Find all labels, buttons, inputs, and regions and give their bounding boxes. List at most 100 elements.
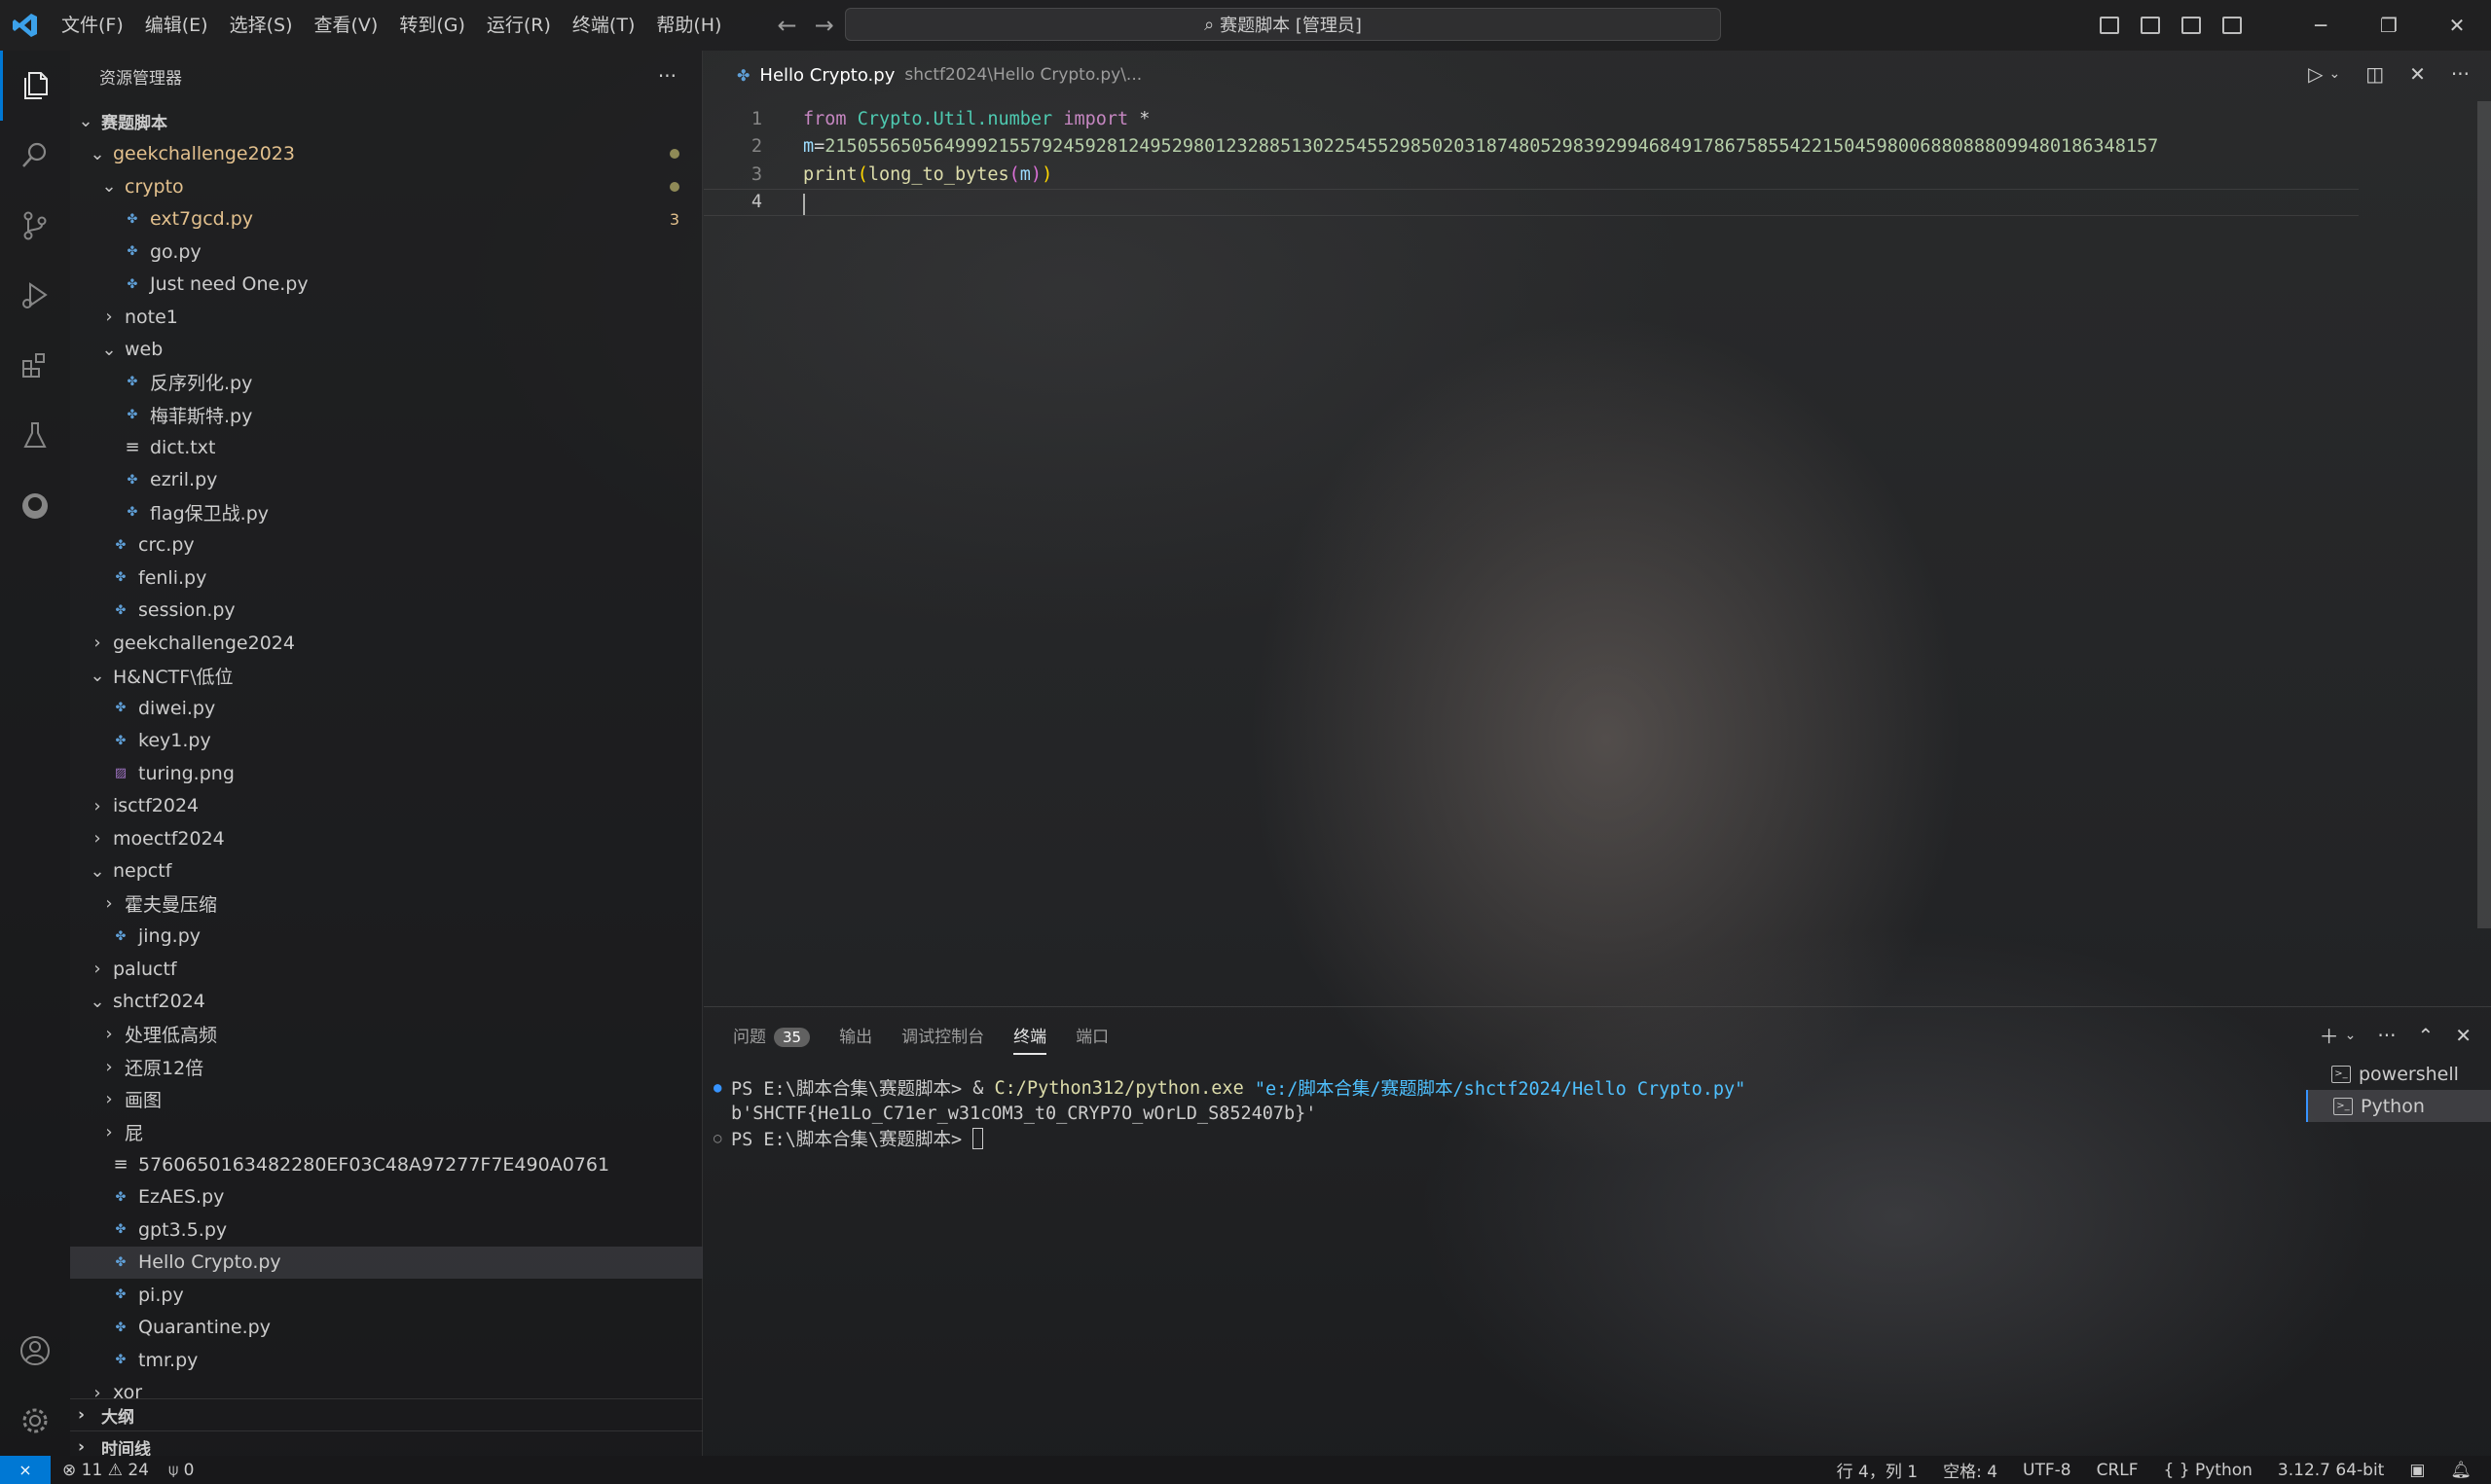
tree-folder[interactable]: ⌄ geekchallenge2023 — [70, 138, 703, 170]
back-arrow-icon[interactable]: ← — [777, 12, 796, 39]
tab-terminal[interactable]: 终端 — [1013, 1023, 1047, 1055]
customize-layout-icon[interactable] — [2222, 17, 2242, 34]
minimize-button[interactable]: ─ — [2287, 0, 2355, 51]
tree-file[interactable]: ✤ crc.py — [70, 529, 703, 561]
menu-run[interactable]: 运行(R) — [476, 0, 562, 51]
menu-terminal[interactable]: 终端(T) — [562, 0, 645, 51]
menu-file[interactable]: 文件(F) — [51, 0, 134, 51]
outline-section[interactable]: › 大纲 — [70, 1398, 703, 1430]
new-terminal-icon[interactable]: ＋ — [2320, 1021, 2339, 1049]
tree-file[interactable]: ✤ jing.py — [70, 921, 703, 953]
indentation[interactable]: 空格: 4 — [1943, 1458, 1997, 1482]
tree-folder[interactable]: ⌄ nepctf — [70, 855, 703, 887]
tab-ports[interactable]: 端口 — [1076, 1023, 1109, 1047]
menu-view[interactable]: 查看(V) — [304, 0, 389, 51]
tree-file[interactable]: ✤ session.py — [70, 595, 703, 627]
editor-more-icon[interactable]: ··· — [2451, 62, 2470, 86]
tree-file[interactable]: ✤ fenli.py — [70, 561, 703, 594]
close-window-button[interactable]: ✕ — [2423, 0, 2491, 51]
encoding[interactable]: UTF-8 — [2023, 1461, 2071, 1480]
tree-folder[interactable]: › 屁 — [70, 1116, 703, 1148]
explorer-icon[interactable] — [0, 51, 70, 121]
tree-file[interactable]: ✤ key1.py — [70, 725, 703, 757]
terminal-profile-chevron-icon[interactable]: ⌄ — [2345, 1028, 2357, 1043]
editor-tab-hello-crypto[interactable]: ✤ Hello Crypto.py shctf2024\Hello Crypto… — [704, 65, 1142, 86]
settings-gear-icon[interactable] — [0, 1386, 70, 1456]
more-actions-icon[interactable]: ··· — [658, 64, 677, 88]
run-options-chevron-icon[interactable]: ⌄ — [2329, 66, 2341, 82]
run-python-file-icon[interactable]: ▷ — [2308, 62, 2323, 86]
menu-selection[interactable]: 选择(S) — [219, 0, 304, 51]
tab-output[interactable]: 输出 — [839, 1023, 872, 1047]
remote-indicator-icon[interactable]: ⨯ — [0, 1456, 51, 1484]
code-line[interactable]: 4 — [704, 188, 2359, 216]
tree-folder[interactable]: › 还原12倍 — [70, 1051, 703, 1083]
split-editor-icon[interactable]: ◫ — [2365, 62, 2384, 86]
close-panel-icon[interactable]: ✕ — [2455, 1024, 2472, 1047]
run-debug-icon[interactable] — [0, 261, 70, 331]
tree-folder[interactable]: › isctf2024 — [70, 790, 703, 822]
line-endings[interactable]: CRLF — [2097, 1461, 2139, 1480]
menu-go[interactable]: 转到(G) — [388, 0, 476, 51]
tab-problems[interactable]: 问题 35 — [733, 1023, 811, 1047]
tree-file[interactable]: ≡ dict.txt — [70, 431, 703, 463]
tree-folder[interactable]: › geekchallenge2024 — [70, 627, 703, 659]
tree-file[interactable]: ✤ flag保卫战.py — [70, 496, 703, 528]
menu-edit[interactable]: 编辑(E) — [134, 0, 219, 51]
close-editor-icon[interactable]: ✕ — [2409, 62, 2426, 86]
tree-folder[interactable]: ⌄ H&NCTF\低位 — [70, 660, 703, 692]
code-editor[interactable]: 1 from Crypto.Util.number import * 2 m=2150… — [704, 101, 2475, 1006]
maximize-panel-icon[interactable]: ⌃ — [2417, 1024, 2434, 1047]
code-line[interactable]: 3 print(long_to_bytes(m)) — [704, 161, 2359, 188]
ports-status[interactable]: ⍦ 0 — [168, 1461, 194, 1480]
tree-file[interactable]: ✤ EzAES.py — [70, 1181, 703, 1213]
command-center[interactable]: ⌕ 赛题脚本 [管理员] — [845, 8, 1721, 41]
toggle-primary-sidebar-icon[interactable] — [2100, 17, 2119, 34]
tree-file[interactable]: ✤ ezril.py — [70, 464, 703, 496]
forward-arrow-icon[interactable]: → — [815, 12, 834, 39]
account-icon[interactable] — [0, 1316, 70, 1386]
tree-folder[interactable]: › 画图 — [70, 1083, 703, 1115]
tree-file[interactable]: ✤ Quarantine.py — [70, 1312, 703, 1344]
feedback-icon[interactable]: ▣ — [2409, 1461, 2425, 1480]
panel-more-icon[interactable]: ··· — [2377, 1024, 2396, 1047]
tree-folder[interactable]: ⌄ crypto — [70, 170, 703, 202]
menu-help[interactable]: 帮助(H) — [645, 0, 732, 51]
tree-file[interactable]: ✤ tmr.py — [70, 1344, 703, 1376]
search-icon[interactable] — [0, 121, 70, 191]
cursor-position[interactable]: 行 4，列 1 — [1837, 1458, 1918, 1482]
tree-folder[interactable]: › paluctf — [70, 953, 703, 985]
tree-file[interactable]: ✤ 反序列化.py — [70, 366, 703, 398]
tree-file[interactable]: ✤ ext7gcd.py 3 — [70, 203, 703, 235]
terminal-output[interactable]: ● PS E:\脚本合集\赛题脚本> & C:/Python312/python… — [714, 1075, 1745, 1151]
tree-file[interactable]: ✤ gpt3.5.py — [70, 1213, 703, 1246]
tree-folder[interactable]: › moectf2024 — [70, 822, 703, 854]
testing-flask-icon[interactable] — [0, 401, 70, 471]
tree-folder[interactable]: › note1 — [70, 301, 703, 333]
tree-folder[interactable]: ⌄ web — [70, 334, 703, 366]
code-line[interactable]: 1 from Crypto.Util.number import * — [704, 105, 2359, 132]
problems-status[interactable]: ⊗ 11 ⚠ 24 — [62, 1461, 149, 1480]
source-control-icon[interactable] — [0, 191, 70, 261]
tree-folder[interactable]: › 霍夫曼压缩 — [70, 887, 703, 920]
restore-button[interactable]: ❐ — [2355, 0, 2423, 51]
tree-file[interactable]: ✤ Hello Crypto.py — [70, 1246, 703, 1279]
code-line[interactable]: 2 m=2150556505649992155792459281249529801… — [704, 133, 2359, 161]
extensions-icon[interactable] — [0, 331, 70, 401]
workspace-root[interactable]: ⌄ 赛题脚本 — [70, 105, 703, 137]
tree-file[interactable]: ✤ go.py — [70, 235, 703, 268]
tree-folder[interactable]: ⌄ shctf2024 — [70, 986, 703, 1018]
tree-file[interactable]: ✤ Just need One.py — [70, 269, 703, 301]
tab-debug-console[interactable]: 调试控制台 — [901, 1023, 984, 1047]
python-interpreter[interactable]: 3.12.7 64-bit — [2278, 1461, 2384, 1480]
toggle-panel-icon[interactable] — [2141, 17, 2160, 34]
tree-file[interactable]: ≡ 5760650163482280EF03C48A97277F7E490A076… — [70, 1148, 703, 1180]
github-icon[interactable] — [0, 471, 70, 541]
tree-folder[interactable]: › 处理低高频 — [70, 1018, 703, 1050]
notifications-bell-icon[interactable]: 🔔︎ — [2450, 1461, 2472, 1480]
terminal-item-python[interactable]: >_ Python — [2306, 1090, 2491, 1122]
terminal-item-powershell[interactable]: >_ powershell — [2306, 1058, 2491, 1090]
command-success-dot-icon[interactable]: ● — [714, 1080, 731, 1096]
language-mode[interactable]: { } Python — [2164, 1461, 2253, 1480]
tree-file[interactable]: ✤ diwei.py — [70, 692, 703, 724]
